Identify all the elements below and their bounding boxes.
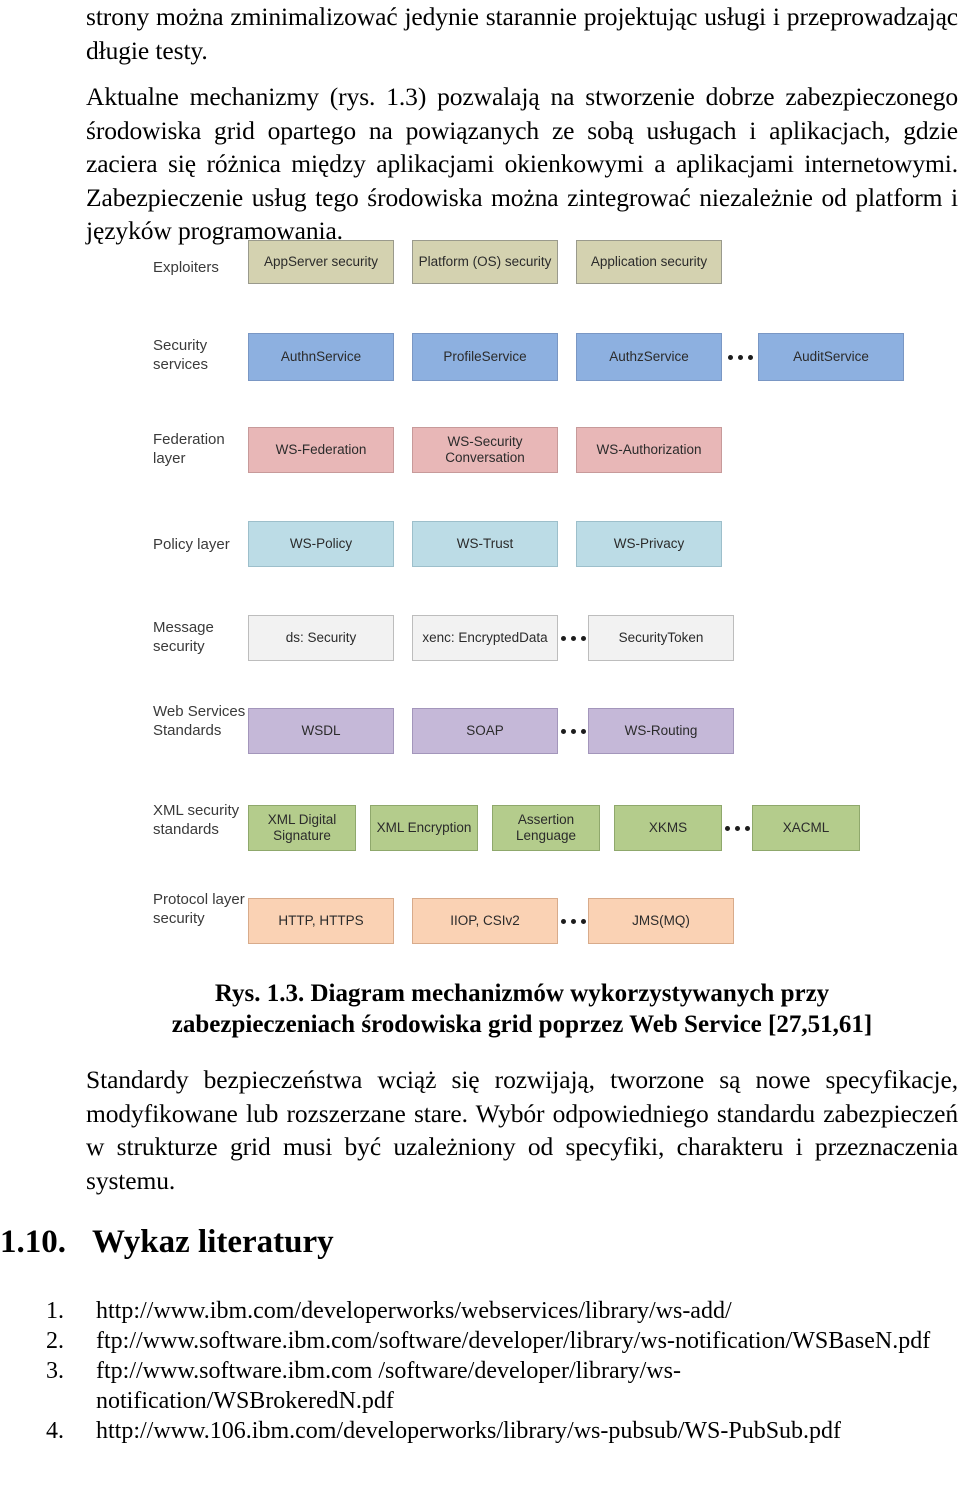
security-mechanisms-diagram: Exploiters AppServer security Platform (OS… (0, 240, 960, 970)
reference-url[interactable]: http://www.ibm.com/developerworks/webser… (96, 1298, 732, 1324)
diagram-box: Assertion Lenguage (492, 805, 600, 851)
diagram-box: WS-Security Conversation (412, 427, 558, 473)
diagram-row-label: Web Services Standards (153, 703, 246, 739)
caption-line-1: Rys. 1.3. Diagram mechanizmów wykorzysty… (214, 980, 830, 1007)
diagram-row-boxes: WS-Policy WS-Trust WS-Privacy (248, 521, 722, 567)
diagram-box: WS-Federation (248, 427, 394, 473)
paragraph-3: Standardy bezpieczeństwa wciąż się rozwi… (86, 1065, 958, 1195)
diagram-box: SOAP (412, 708, 558, 754)
diagram-box: AuthnService (248, 333, 394, 381)
reference-item: 4. http://www.106.ibm.com/developerworks/… (0, 1416, 960, 1446)
reference-number: 3. (46, 1358, 64, 1384)
section-heading: 1.10. Wykaz literatury (0, 1222, 960, 1262)
diagram-row-label: Policy layer (153, 536, 230, 553)
diagram-box: HTTP, HTTPS (248, 898, 394, 944)
diagram-box: xenc: EncryptedData (412, 615, 558, 661)
diagram-row-boxes: ds: Security xenc: EncryptedData SecurityT… (248, 615, 734, 661)
diagram-row-label: Message security (153, 619, 214, 655)
reference-item: 1. http://www.ibm.com/developerworks/webs… (0, 1296, 960, 1326)
diagram-box: WSDL (248, 708, 394, 754)
diagram-box: WS-Privacy (576, 521, 722, 567)
ellipsis-icon (722, 333, 758, 381)
diagram-box: AuditService (758, 333, 904, 381)
ellipsis-icon (722, 805, 752, 851)
diagram-box: Application security (576, 240, 722, 284)
diagram-box: WS-Policy (248, 521, 394, 567)
top-body-text: strony można zminimalizować jedynie star… (86, 0, 958, 248)
diagram-row-label: XML security standards (153, 802, 240, 838)
diagram-box: SecurityToken (588, 615, 734, 661)
diagram-box: AuthzService (576, 333, 722, 381)
ellipsis-icon (558, 615, 588, 661)
diagram-row-label: Federation layer (153, 431, 225, 467)
ellipsis-icon (558, 708, 588, 754)
diagram-row-label: Exploiters (153, 259, 219, 276)
caption-line-2: zabezpieczeniach środowiska grid poprzez… (171, 1011, 873, 1038)
lower-body-text: Standardy bezpieczeństwa wciąż się rozwi… (86, 1063, 958, 1197)
reference-url[interactable]: ftp://www.software.ibm.com/software/deve… (96, 1328, 930, 1354)
reference-item: 2. ftp://www.software.ibm.com/software/de… (0, 1326, 960, 1356)
diagram-box: JMS(MQ) (588, 898, 734, 944)
section-number: 1.10. (0, 1224, 66, 1260)
reference-number: 4. (46, 1418, 64, 1444)
diagram-box: WS-Trust (412, 521, 558, 567)
section-title: Wykaz literatury (92, 1224, 334, 1260)
ellipsis-icon (558, 898, 588, 944)
diagram-box: AppServer security (248, 240, 394, 284)
diagram-box: XKMS (614, 805, 722, 851)
diagram-box: IIOP, CSIv2 (412, 898, 558, 944)
figure-caption: Rys. 1.3. Diagram mechanizmów wykorzysty… (86, 978, 958, 1040)
diagram-row-boxes: WSDL SOAP WS-Routing (248, 708, 734, 754)
diagram-box: ds: Security (248, 615, 394, 661)
reference-number: 1. (46, 1298, 64, 1324)
reference-item: 3. ftp://www.software.ibm.com /software/d… (0, 1356, 960, 1416)
diagram-row-boxes: WS-Federation WS-Security Conversation WS-… (248, 427, 722, 473)
diagram-box: XML Encryption (370, 805, 478, 851)
diagram-row-boxes: AuthnService ProfileService AuthzService Au… (248, 333, 904, 381)
diagram-box: WS-Authorization (576, 427, 722, 473)
diagram-row-boxes: AppServer security Platform (OS) security… (248, 240, 722, 284)
diagram-box: Platform (OS) security (412, 240, 558, 284)
diagram-box: WS-Routing (588, 708, 734, 754)
diagram-row-label: Protocol layer security (153, 891, 245, 927)
paragraph-1: strony można zminimalizować jedynie star… (86, 2, 958, 65)
reference-number: 2. (46, 1328, 64, 1354)
reference-url[interactable]: ftp://www.software.ibm.com /software/dev… (96, 1358, 681, 1414)
diagram-box: XML Digital Signature (248, 805, 356, 851)
diagram-box: XACML (752, 805, 860, 851)
diagram-row-label: Security services (153, 337, 209, 373)
diagram-row-boxes: XML Digital Signature XML Encryption Asser… (248, 805, 860, 851)
paragraph-2: Aktualne mechanizmy (rys. 1.3) pozwalają… (86, 82, 958, 245)
diagram-box: ProfileService (412, 333, 558, 381)
reference-list: 1. http://www.ibm.com/developerworks/webs… (0, 1296, 960, 1446)
reference-url[interactable]: http://www.106.ibm.com/developerworks/li… (96, 1418, 841, 1444)
diagram-row-boxes: HTTP, HTTPS IIOP, CSIv2 JMS(MQ) (248, 898, 734, 944)
